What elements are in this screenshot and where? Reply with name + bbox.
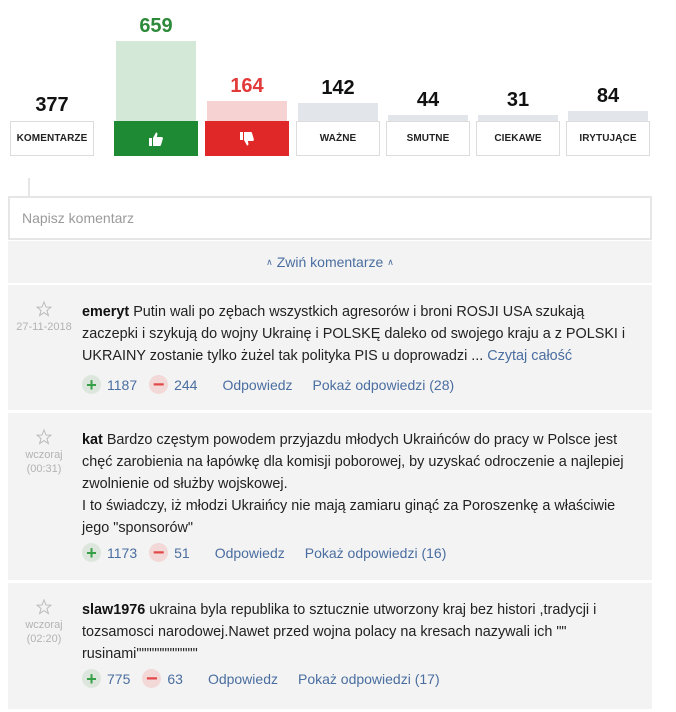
sad-button[interactable]: SMUTNE <box>386 121 470 156</box>
comment-date: wczoraj <box>25 449 63 461</box>
annoying-count: 84 <box>596 85 620 107</box>
comment-text: Bardzo częstym powodem przyjazdu młodych… <box>82 432 624 492</box>
reaction-interesting: 31 CIEKAWE <box>476 14 560 159</box>
like-count: 659 <box>139 15 173 37</box>
upvote[interactable]: +775 <box>82 669 130 688</box>
interesting-button[interactable]: CIEKAWE <box>476 121 560 156</box>
star-icon[interactable] <box>36 429 52 445</box>
downvote[interactable]: −51 <box>149 543 190 563</box>
caret-up-icon: ∧ <box>266 256 273 267</box>
comments-count: 377 <box>35 94 69 116</box>
comment-input-box <box>8 196 652 240</box>
like-bar <box>116 41 196 121</box>
comment-date: wczoraj <box>25 619 63 631</box>
annoying-label: IRYTUJĄCE <box>579 133 637 144</box>
comment-input[interactable] <box>10 198 650 238</box>
reply-link[interactable]: Odpowiedz <box>222 377 292 393</box>
like-button[interactable] <box>114 121 198 156</box>
annoying-button[interactable]: IRYTUJĄCE <box>566 121 650 156</box>
sad-count: 44 <box>416 89 440 111</box>
comment-author[interactable]: emeryt <box>82 304 129 320</box>
comment-actions: +775 −63 Odpowiedz Pokaż odpowiedzi (17) <box>82 669 447 689</box>
downvote-count: 63 <box>167 670 183 687</box>
comment-item: wczoraj (00:31) kat Bardzo częstym powod… <box>8 413 652 580</box>
show-replies-link[interactable]: Pokaż odpowiedzi (28) <box>313 377 455 393</box>
read-more-link[interactable]: Czytaj całość <box>487 348 572 364</box>
comment-time: (02:20) <box>26 633 62 645</box>
star-icon[interactable] <box>36 301 52 317</box>
comments-button[interactable]: KOMENTARZE <box>10 121 94 156</box>
comment-text: ukraina byla republika to sztucznie utwo… <box>82 602 597 662</box>
reactions-bar: 377 KOMENTARZE 659 164 142 WAŻNE 44 SMUT <box>10 14 650 159</box>
downvote[interactable]: −63 <box>142 669 183 689</box>
comments-label: KOMENTARZE <box>16 133 88 144</box>
sad-label: SMUTNE <box>406 133 450 144</box>
comment-date: 27-11-2018 <box>16 321 72 333</box>
reaction-like: 659 <box>114 14 198 159</box>
annoying-bar <box>568 111 648 121</box>
show-replies-link[interactable]: Pokaż odpowiedzi (16) <box>305 545 447 561</box>
comment-time: (00:31) <box>26 463 62 475</box>
comment-body: slaw1976 ukraina byla republika to sztuc… <box>82 599 642 665</box>
comment-meta: wczoraj (00:31) <box>8 429 80 476</box>
upvote-count: 1187 <box>107 376 138 393</box>
reaction-important: 142 WAŻNE <box>296 14 380 159</box>
interesting-count: 31 <box>506 89 530 111</box>
upvote-count: 775 <box>107 670 131 687</box>
interesting-label: CIEKAWE <box>494 133 542 144</box>
comment-item: 27-11-2018 emeryt Putin wali po zębach w… <box>8 285 652 410</box>
comments-list: 27-11-2018 emeryt Putin wali po zębach w… <box>8 285 652 712</box>
collapse-label: Zwiń komentarze <box>276 254 384 270</box>
reply-link[interactable]: Odpowiedz <box>208 671 278 687</box>
show-replies-link[interactable]: Pokaż odpowiedzi (17) <box>298 671 440 687</box>
caret-up-icon: ∧ <box>387 256 394 267</box>
reply-link[interactable]: Odpowiedz <box>215 545 285 561</box>
comment-text-continued: I to świadczy, iż młodzi Ukraińcy nie ma… <box>82 498 616 536</box>
star-icon[interactable] <box>36 599 52 615</box>
upvote[interactable]: +1187 <box>82 375 137 394</box>
comment-body: emeryt Putin wali po zębach wszystkich a… <box>82 301 642 367</box>
comment-actions: +1187 −244 Odpowiedz Pokaż odpowiedzi (2… <box>82 375 461 395</box>
comment-meta: wczoraj (02:20) <box>8 599 80 646</box>
important-count: 142 <box>321 77 355 99</box>
dislike-bar <box>207 101 287 121</box>
downvote-count: 244 <box>174 376 198 393</box>
comment-item: wczoraj (02:20) slaw1976 ukraina byla re… <box>8 583 652 709</box>
dislike-button[interactable] <box>205 121 289 156</box>
reaction-sad: 44 SMUTNE <box>386 14 470 159</box>
upvote[interactable]: +1173 <box>82 543 137 562</box>
minus-icon: − <box>149 375 169 395</box>
thumbs-up-icon <box>149 132 163 146</box>
reaction-annoying: 84 IRYTUJĄCE <box>566 14 650 159</box>
comment-actions: +1173 −51 Odpowiedz Pokaż odpowiedzi (16… <box>82 543 453 563</box>
reaction-comments: 377 KOMENTARZE <box>10 14 94 159</box>
plus-icon: + <box>82 375 101 394</box>
comment-body: kat Bardzo częstym powodem przyjazdu mło… <box>82 429 642 539</box>
plus-icon: + <box>82 543 101 562</box>
minus-icon: − <box>149 543 169 563</box>
comment-author[interactable]: kat <box>82 432 103 448</box>
important-button[interactable]: WAŻNE <box>296 121 380 156</box>
comment-author[interactable]: slaw1976 <box>82 602 145 618</box>
important-label: WAŻNE <box>319 133 357 144</box>
reaction-dislike: 164 <box>205 14 289 159</box>
plus-icon: + <box>82 669 101 688</box>
important-bar <box>298 103 378 121</box>
dislike-count: 164 <box>230 75 264 97</box>
downvote-count: 51 <box>174 544 190 561</box>
upvote-count: 1173 <box>107 544 138 561</box>
downvote[interactable]: −244 <box>149 375 198 395</box>
comment-meta: 27-11-2018 <box>8 301 80 334</box>
thumbs-down-icon <box>240 131 254 145</box>
collapse-comments-button[interactable]: ∧ Zwiń komentarze ∧ <box>8 241 652 283</box>
minus-icon: − <box>142 669 162 689</box>
